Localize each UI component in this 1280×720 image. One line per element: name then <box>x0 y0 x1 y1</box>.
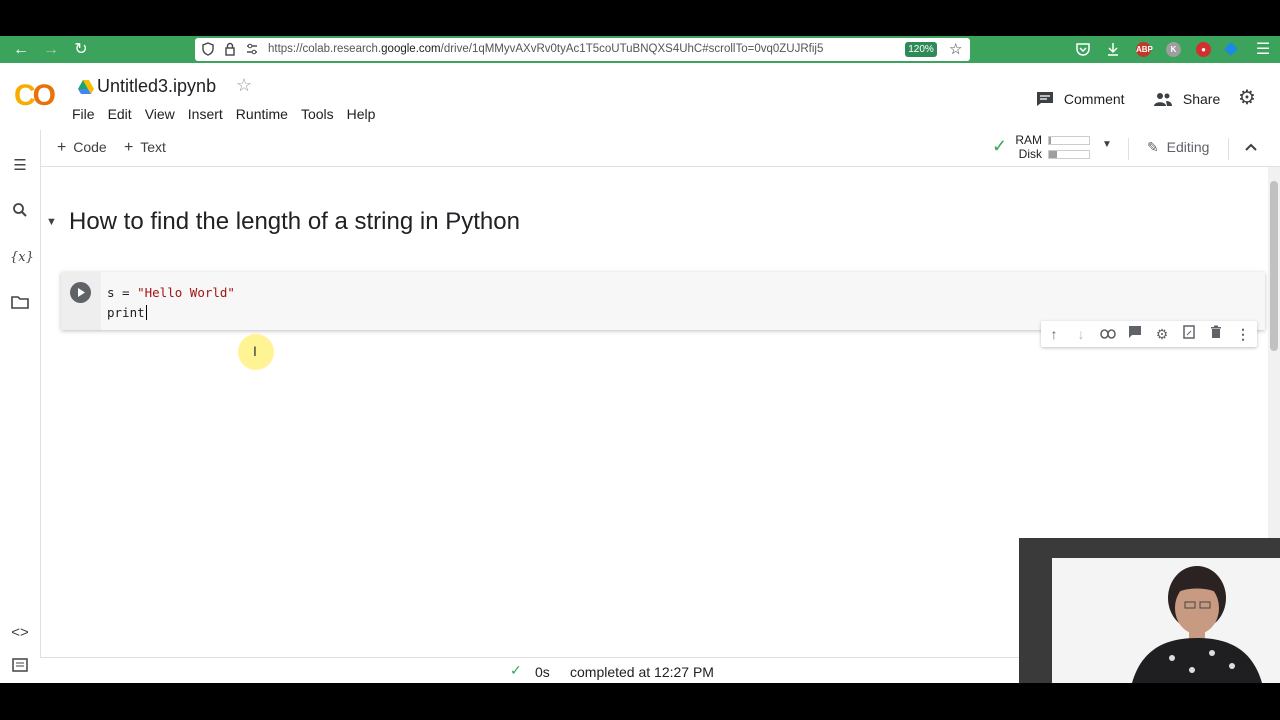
toolbar-divider <box>1128 138 1129 160</box>
more-options-icon[interactable]: ⋮ <box>1233 325 1253 343</box>
pencil-icon: ✎ <box>1147 139 1159 155</box>
text-cursor <box>145 305 147 320</box>
notebook-toolbar: + Code + Text ✓ RAM Disk ▼ ✎ Editing <box>0 130 1280 167</box>
permissions-icon[interactable] <box>245 42 259 56</box>
runtime-dropdown-icon[interactable]: ▼ <box>1102 139 1112 150</box>
toolbar-divider <box>1228 138 1229 160</box>
comment-button[interactable]: Comment <box>1036 88 1125 110</box>
cell-toolbar: ↑ ↓ ⚙ ⋮ <box>1041 321 1257 347</box>
move-cell-down-icon[interactable]: ↓ <box>1071 325 1091 343</box>
ram-usage-fill <box>1049 137 1051 144</box>
browser-menu-icon[interactable]: ☰ <box>1250 36 1276 63</box>
code-line-2[interactable]: print <box>107 305 147 320</box>
shield-icon[interactable] <box>201 42 215 56</box>
comment-icon[interactable] <box>1125 325 1145 343</box>
disk-usage-fill <box>1049 151 1057 158</box>
notebook-title[interactable]: Untitled3.ipynb <box>97 76 216 97</box>
reload-icon[interactable]: ↻ <box>68 36 94 63</box>
table-of-contents-icon[interactable]: ☰ <box>10 156 30 176</box>
lock-icon[interactable] <box>223 42 237 56</box>
share-label: Share <box>1182 91 1221 107</box>
execution-time[interactable]: 0s <box>535 664 550 680</box>
folder-icon[interactable] <box>10 295 30 315</box>
record-extension-icon[interactable]: ● <box>1196 42 1211 57</box>
connected-check-icon: ✓ <box>992 136 1008 156</box>
search-icon[interactable] <box>10 202 30 222</box>
plus-icon: + <box>57 139 67 156</box>
google-drive-icon[interactable] <box>78 80 94 99</box>
resource-labels[interactable]: RAM Disk <box>1014 133 1042 161</box>
zoom-level-badge[interactable]: 120% <box>905 42 937 57</box>
notebook-header: CO Untitled3.ipynb ☆ File Edit View Insert R… <box>0 63 1280 131</box>
menu-insert[interactable]: Insert <box>188 106 223 122</box>
mouse-cursor-highlight: I <box>238 334 274 370</box>
code-variable: s = <box>107 285 138 300</box>
browser-toolbar: ← → ↻ https://colab.research.google.com/… <box>0 36 1280 63</box>
bookmark-star-icon[interactable]: ☆ <box>949 40 962 58</box>
menu-runtime[interactable]: Runtime <box>236 106 288 122</box>
editing-label: Editing <box>1166 139 1210 155</box>
move-cell-up-icon[interactable]: ↑ <box>1044 325 1064 343</box>
forward-icon[interactable]: → <box>38 36 64 63</box>
star-icon[interactable]: ☆ <box>236 75 252 96</box>
adblock-extension-icon[interactable]: ABP <box>1136 42 1153 57</box>
url-text[interactable]: https://colab.research.google.com/drive/… <box>268 38 823 61</box>
comment-icon <box>1037 92 1053 106</box>
left-sidebar: ☰ {x} <> <box>0 130 41 683</box>
pocket-icon[interactable] <box>1075 41 1091 57</box>
add-text-button[interactable]: + Text <box>124 139 166 157</box>
colab-logo[interactable]: CO <box>14 79 56 113</box>
menu-file[interactable]: File <box>72 106 95 122</box>
people-icon <box>1154 93 1172 106</box>
section-heading: How to find the length of a string in Py… <box>69 208 520 235</box>
add-text-label: Text <box>140 139 166 155</box>
delete-cell-icon[interactable] <box>1206 325 1226 343</box>
code-snippets-icon[interactable]: <> <box>10 623 30 643</box>
menu-tools[interactable]: Tools <box>301 106 334 122</box>
collapse-header-icon[interactable] <box>1243 139 1259 155</box>
settings-gear-icon[interactable]: ⚙ <box>1238 88 1256 108</box>
variables-icon[interactable]: {x} <box>10 248 34 268</box>
plus-icon: + <box>124 139 134 156</box>
text-cursor-icon: I <box>253 343 257 359</box>
code-line-1[interactable]: s = "Hello World" <box>107 285 235 300</box>
comment-label: Comment <box>1063 91 1125 107</box>
execution-status-message[interactable]: completed at 12:27 PM <box>570 664 714 680</box>
presenter-video <box>1052 558 1280 683</box>
webcam-overlay <box>1019 538 1280 683</box>
back-icon[interactable]: ← <box>8 36 34 63</box>
cell-settings-gear-icon[interactable]: ⚙ <box>1152 325 1172 343</box>
extension-diamond-icon[interactable] <box>1223 41 1239 57</box>
scrollbar-thumb[interactable] <box>1270 181 1278 351</box>
run-cell-button[interactable] <box>70 282 91 303</box>
share-button[interactable]: Share <box>1153 88 1220 110</box>
add-code-label: Code <box>73 139 107 155</box>
code-print: print <box>107 305 145 320</box>
menu-bar: File Edit View Insert Runtime Tools Help <box>72 106 388 126</box>
menu-help[interactable]: Help <box>347 106 376 122</box>
section-collapse-icon[interactable]: ▼ <box>46 216 57 228</box>
mirror-cell-icon[interactable] <box>1179 325 1199 343</box>
ram-usage-bar[interactable] <box>1048 136 1090 145</box>
menu-edit[interactable]: Edit <box>108 106 132 122</box>
editing-mode-button[interactable]: ✎ Editing <box>1147 139 1209 156</box>
disk-label: Disk <box>1018 147 1042 161</box>
add-code-button[interactable]: + Code <box>57 139 107 157</box>
address-bar[interactable]: https://colab.research.google.com/drive/… <box>195 38 970 61</box>
presenter-silhouette <box>1132 566 1262 683</box>
code-string: "Hello World" <box>137 285 235 300</box>
profile-extension-icon[interactable]: K <box>1166 42 1181 57</box>
execution-success-check-icon: ✓ <box>510 662 522 678</box>
command-palette-icon[interactable] <box>10 658 30 678</box>
play-icon <box>78 288 85 297</box>
disk-usage-bar[interactable] <box>1048 150 1090 159</box>
link-icon[interactable] <box>1098 325 1118 343</box>
menu-view[interactable]: View <box>145 106 175 122</box>
download-icon[interactable] <box>1105 41 1121 57</box>
ram-label: RAM <box>1015 133 1042 147</box>
